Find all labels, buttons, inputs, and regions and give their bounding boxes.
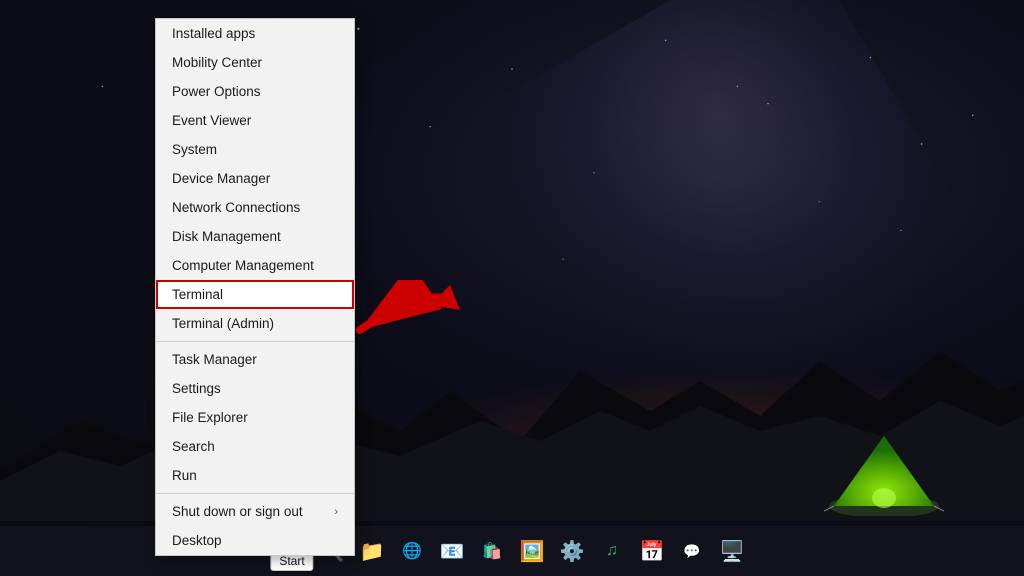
menu-item-disk-management[interactable]: Disk Management: [156, 222, 354, 251]
menu-item-desktop[interactable]: Desktop: [156, 526, 354, 555]
menu-item-terminal[interactable]: Terminal: [156, 280, 354, 309]
menu-item-run[interactable]: Run: [156, 461, 354, 490]
menu-item-device-manager[interactable]: Device Manager: [156, 164, 354, 193]
desktop-background: [0, 0, 1024, 576]
menu-item-power-options[interactable]: Power Options: [156, 77, 354, 106]
menu-item-label-network-connections: Network Connections: [172, 200, 300, 215]
menu-item-label-settings: Settings: [172, 381, 221, 396]
taskbar-calendar[interactable]: 📅: [634, 533, 670, 569]
taskbar-explorer[interactable]: 📁: [354, 533, 390, 569]
tent-icon: [824, 426, 944, 516]
menu-item-label-shut-down: Shut down or sign out: [172, 504, 303, 519]
taskbar-photos[interactable]: 🖼️: [514, 533, 550, 569]
taskbar-extra[interactable]: 🖥️: [714, 533, 750, 569]
menu-item-label-power-options: Power Options: [172, 84, 261, 99]
menu-item-label-event-viewer: Event Viewer: [172, 113, 251, 128]
menu-item-task-manager[interactable]: Task Manager: [156, 345, 354, 374]
menu-item-computer-management[interactable]: Computer Management: [156, 251, 354, 280]
menu-item-mobility-center[interactable]: Mobility Center: [156, 48, 354, 77]
menu-item-label-system: System: [172, 142, 217, 157]
menu-item-label-run: Run: [172, 468, 197, 483]
menu-item-label-terminal-admin: Terminal (Admin): [172, 316, 274, 331]
menu-item-label-task-manager: Task Manager: [172, 352, 257, 367]
menu-item-shut-down[interactable]: Shut down or sign out ›: [156, 497, 354, 526]
menu-item-label-file-explorer: File Explorer: [172, 410, 248, 425]
menu-item-label-installed-apps: Installed apps: [172, 26, 255, 41]
taskbar-spotify[interactable]: ♫: [594, 533, 630, 569]
menu-item-file-explorer[interactable]: File Explorer: [156, 403, 354, 432]
taskbar-edge[interactable]: 🌐: [394, 533, 430, 569]
menu-item-terminal-admin[interactable]: Terminal (Admin): [156, 309, 354, 338]
taskbar-settings[interactable]: ⚙️: [554, 533, 590, 569]
menu-separator: [156, 341, 354, 342]
menu-item-label-computer-management: Computer Management: [172, 258, 314, 273]
menu-item-label-mobility-center: Mobility Center: [172, 55, 262, 70]
taskbar-discord[interactable]: 💬: [674, 533, 710, 569]
menu-item-label-desktop: Desktop: [172, 533, 222, 548]
menu-item-label-terminal: Terminal: [172, 287, 223, 302]
menu-item-event-viewer[interactable]: Event Viewer: [156, 106, 354, 135]
menu-item-label-search: Search: [172, 439, 215, 454]
menu-separator: [156, 493, 354, 494]
context-menu: Installed apps Mobility Center Power Optio…: [155, 18, 355, 556]
menu-item-label-disk-management: Disk Management: [172, 229, 281, 244]
menu-item-settings[interactable]: Settings: [156, 374, 354, 403]
menu-item-search[interactable]: Search: [156, 432, 354, 461]
menu-item-installed-apps[interactable]: Installed apps: [156, 19, 354, 48]
menu-item-system[interactable]: System: [156, 135, 354, 164]
menu-item-label-device-manager: Device Manager: [172, 171, 270, 186]
menu-item-network-connections[interactable]: Network Connections: [156, 193, 354, 222]
taskbar-mail[interactable]: 📧: [434, 533, 470, 569]
taskbar-store[interactable]: 🛍️: [474, 533, 510, 569]
menu-item-arrow-shut-down: ›: [334, 506, 338, 518]
taskbar: ⊞ Start 🔍 📁 🌐 📧 🛍️ 🖼️ ⚙️ ♫ 📅 💬 🖥️: [0, 526, 1024, 576]
